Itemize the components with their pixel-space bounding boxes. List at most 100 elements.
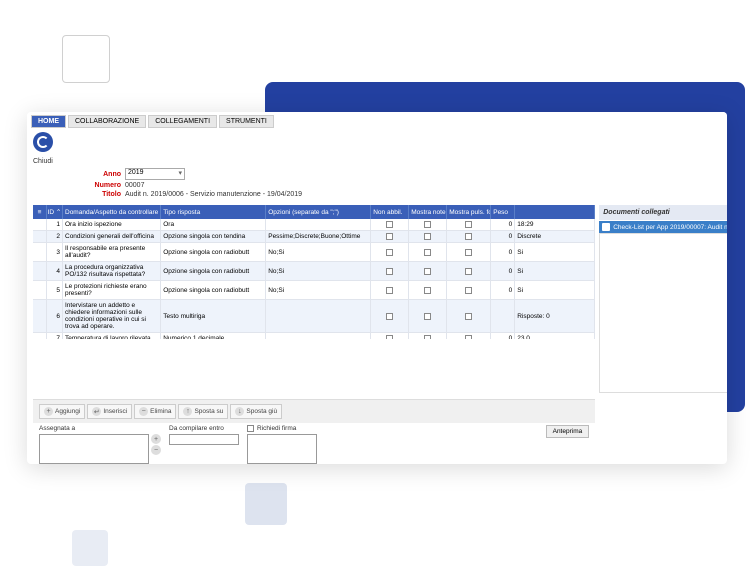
cell-tipo: Testo multiriga [161,300,266,333]
cell-peso: 0 [491,333,515,339]
cell-note[interactable] [409,243,447,262]
add-assignee-icon[interactable]: + [151,434,161,444]
cell-extra: Si [515,262,595,281]
anno-select[interactable]: 2019 [125,168,185,180]
arrow-up-icon: ↑ [183,407,192,416]
sposta-giu-label: Sposta giù [246,408,277,415]
row-menu [33,219,47,231]
cell-nonabbil[interactable] [371,219,409,231]
cell-peso: 0 [491,262,515,281]
cell-domanda: Temperatura di lavoro rilevata [63,333,161,339]
col-domanda[interactable]: Domanda/Aspetto da controllare [63,205,161,219]
cell-puls[interactable] [447,219,491,231]
row-menu [33,300,47,333]
sposta-su-button[interactable]: ↑Sposta su [178,404,228,419]
col-nonabbil[interactable]: Non abbil. [371,205,409,219]
compilare-label: Da compilare entro [169,425,239,432]
cell-puls[interactable] [447,262,491,281]
cell-nonabbil[interactable] [371,333,409,339]
compilare-input[interactable] [169,434,239,445]
documenti-body [599,233,727,393]
top-bar [27,128,727,156]
cell-domanda: Intervistare un addetto e chiedere infor… [63,300,161,333]
cell-nonabbil[interactable] [371,281,409,300]
cell-note[interactable] [409,219,447,231]
plus-icon: + [44,407,53,416]
cell-id: 7 [47,333,63,339]
cell-tipo: Opzione singola con radiobutt [161,281,266,300]
col-tipo[interactable]: Tipo risposta [161,205,266,219]
cell-opzioni [266,333,371,339]
table-row[interactable]: 2Condizioni generali dell'officinaOpzion… [33,231,595,243]
table-row[interactable]: 3Il responsabile era presente all'audit?… [33,243,595,262]
anteprima-button[interactable]: Anteprima [546,425,590,438]
tab-collaborazione[interactable]: COLLABORAZIONE [68,115,146,128]
richiedi-firma-checkbox[interactable] [247,425,254,432]
tab-home[interactable]: HOME [31,115,66,128]
col-extra [515,205,595,219]
col-peso[interactable]: Peso [491,205,515,219]
grid-body[interactable]: 1Ora inizio ispezioneOra018:292Condizion… [33,219,595,339]
content-row: ≡ ID ⌃ Domanda/Aspetto da controllare Ti… [27,205,727,464]
remove-assignee-icon[interactable]: − [151,445,161,455]
delete-icon: − [139,407,148,416]
col-menu[interactable]: ≡ [33,205,47,219]
table-row[interactable]: 4La procedura organizzativa PO/132 risul… [33,262,595,281]
close-link[interactable]: Chiudi [27,158,727,165]
sposta-giu-button[interactable]: ↓Sposta giù [230,404,282,419]
cell-opzioni: No;Si [266,243,371,262]
cell-peso: 0 [491,243,515,262]
cell-note[interactable] [409,262,447,281]
header-form: Anno 2019 Numero 00007 Titolo Audit n. 2… [27,165,727,205]
cell-note[interactable] [409,231,447,243]
cell-opzioni [266,219,371,231]
cell-puls[interactable] [447,231,491,243]
cell-puls[interactable] [447,333,491,339]
row-menu [33,231,47,243]
documento-item[interactable]: Check-List per App 2019/00007: Audit n. … [599,221,727,233]
cell-puls[interactable] [447,281,491,300]
aggiungi-label: Aggiungi [55,408,80,415]
col-opzioni[interactable]: Opzioni (separate da ";") [266,205,371,219]
cell-note[interactable] [409,281,447,300]
tab-collegamenti[interactable]: COLLEGAMENTI [148,115,217,128]
col-puls[interactable]: Mostra puls. fot [447,205,491,219]
table-row[interactable]: 5Le protezioni richieste erano presenti?… [33,281,595,300]
elimina-button[interactable]: −Elimina [134,404,176,419]
cell-nonabbil[interactable] [371,300,409,333]
cell-tipo: Opzione singola con tendina [161,231,266,243]
assegnata-textarea[interactable] [39,434,149,464]
cell-nonabbil[interactable] [371,243,409,262]
cell-extra: Si [515,243,595,262]
bottom-form: Assegnata a + − Da compilare entro [33,423,595,464]
cell-id: 2 [47,231,63,243]
cell-tipo: Numerico 1 decimale [161,333,266,339]
aggiungi-button[interactable]: +Aggiungi [39,404,85,419]
cell-nonabbil[interactable] [371,231,409,243]
inserisci-button[interactable]: ↵Inserisci [87,404,132,419]
col-note[interactable]: Mostra note [409,205,447,219]
documento-item-label: Check-List per App 2019/00007: Audit n. … [613,224,727,231]
cell-extra: 23,0 [515,333,595,339]
cell-tipo: Opzione singola con radiobutt [161,262,266,281]
col-id[interactable]: ID ⌃ [47,205,63,219]
tab-strumenti[interactable]: STRUMENTI [219,115,274,128]
cell-opzioni [266,300,371,333]
table-row[interactable]: 6Intervistare un addetto e chiedere info… [33,300,595,333]
cell-extra: 18:29 [515,219,595,231]
firma-area[interactable] [247,434,317,464]
cell-peso: 0 [491,281,515,300]
cell-peso [491,300,515,333]
cell-opzioni: No;Si [266,262,371,281]
cell-opzioni: No;Si [266,281,371,300]
decorative-box-top [62,35,110,83]
cell-puls[interactable] [447,243,491,262]
table-row[interactable]: 7Temperatura di lavoro rilevataNumerico … [33,333,595,339]
cell-note[interactable] [409,333,447,339]
inserisci-label: Inserisci [103,408,127,415]
sposta-su-label: Sposta su [194,408,223,415]
cell-puls[interactable] [447,300,491,333]
table-row[interactable]: 1Ora inizio ispezioneOra018:29 [33,219,595,231]
cell-note[interactable] [409,300,447,333]
cell-nonabbil[interactable] [371,262,409,281]
